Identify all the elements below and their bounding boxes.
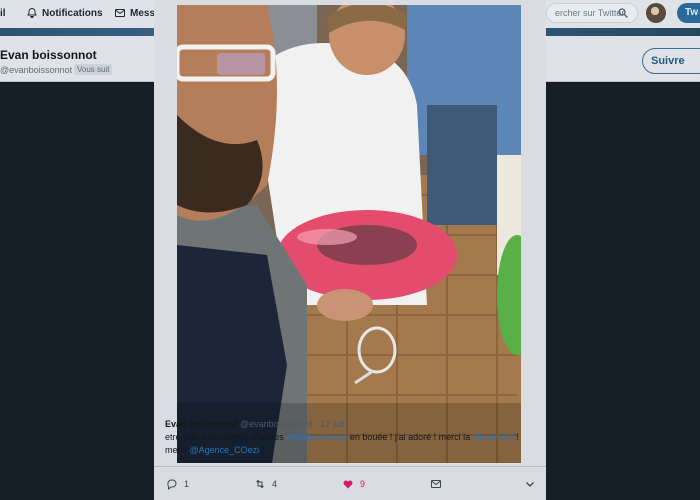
tweet-text-part: etre prêt a rencontrer d'autres (165, 432, 287, 442)
like-count: 9 (360, 479, 366, 489)
tweet-text: etre prêt a rencontrer d'autres #entrepr… (165, 431, 530, 457)
tweet-author-handle[interactable]: @evanboissonnot (240, 419, 312, 429)
mention-link[interactable]: @cpme44 (473, 432, 514, 442)
tweet-text-part: ! (259, 445, 265, 455)
hashtag-link[interactable]: #entrepreneurs (286, 432, 347, 442)
follow-button[interactable]: Suivre (642, 48, 700, 74)
tweet-actions: 1 4 9 (154, 466, 546, 500)
tweet-header: Evan boissonnot @evanboissonnot · 12 jui… (165, 418, 530, 431)
tweet-caption: Evan boissonnot @evanboissonnot · 12 jui… (165, 418, 530, 457)
heart-icon (343, 480, 353, 489)
mention-link[interactable]: @Agence_COezi (190, 445, 260, 455)
tweet-photo[interactable] (177, 5, 521, 463)
search-placeholder: ercher sur Twitter (555, 8, 625, 18)
tweet-date-separator: · (314, 419, 318, 429)
nav-item-home[interactable]: il (0, 8, 6, 19)
bell-icon (27, 7, 37, 19)
tweet-author-name[interactable]: Evan boissonnot (165, 419, 238, 429)
avatar[interactable] (646, 3, 666, 23)
like-button[interactable]: 9 (342, 478, 365, 490)
profile-name[interactable]: Evan boissonnot (0, 48, 97, 62)
tweet-button[interactable]: Tw (677, 3, 700, 23)
profile-handle: @evanboissonnot (0, 65, 73, 75)
more-options-button[interactable] (524, 478, 536, 490)
search-icon[interactable] (617, 7, 629, 19)
retweet-icon (256, 479, 264, 489)
nav-item-notifications[interactable]: Notifications (26, 7, 103, 19)
tweet-date[interactable]: 12 juil. (320, 419, 346, 429)
retweet-count: 4 (272, 479, 278, 489)
follows-you-badge: Vous suit (74, 64, 113, 75)
reply-icon (167, 479, 177, 490)
nav-notifications-label: Notifications (42, 7, 103, 19)
reply-button[interactable]: 1 (166, 478, 189, 490)
reply-count: 1 (184, 479, 190, 489)
direct-message-button[interactable] (430, 478, 442, 490)
mail-icon (115, 9, 125, 17)
selfie-image (177, 5, 521, 463)
envelope-icon (431, 480, 441, 488)
chevron-down-icon (526, 482, 534, 487)
tweet-text-part: en bouée ! j'ai adoré ! merci la (347, 432, 473, 442)
retweet-button[interactable]: 4 (254, 478, 277, 490)
